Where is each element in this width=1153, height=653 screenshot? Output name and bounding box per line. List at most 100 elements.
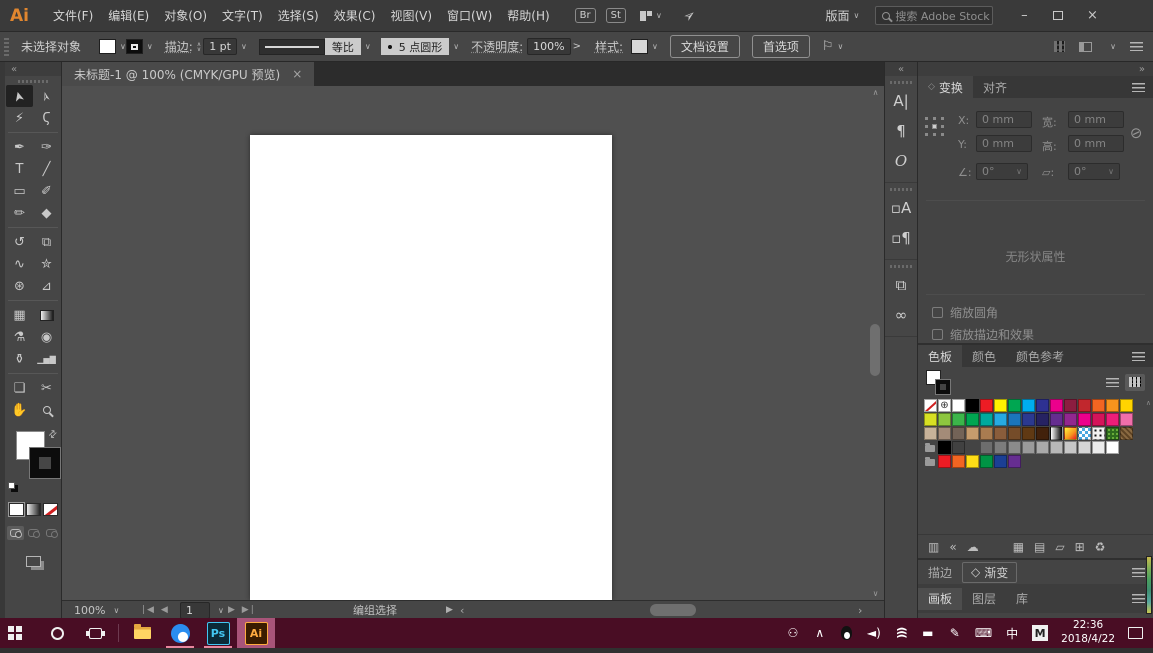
artboard[interactable]	[250, 135, 612, 600]
add-to-library-button[interactable]: ☁	[967, 540, 979, 554]
chevron-down-icon[interactable]: ∨	[854, 11, 860, 20]
chevron-down-icon[interactable]: ∨	[838, 42, 844, 51]
panel-menu-icon[interactable]	[1132, 83, 1145, 92]
swatch[interactable]	[1064, 441, 1077, 454]
swatch[interactable]	[1036, 441, 1049, 454]
links-panel-icon[interactable]: ∞	[885, 300, 917, 330]
x-field[interactable]: 0 mm	[976, 111, 1032, 128]
column-graph-tool[interactable]: ▁▅▇	[33, 348, 60, 370]
style-label[interactable]: 样式:	[595, 38, 623, 55]
chevron-down-icon[interactable]: ∨	[147, 42, 153, 51]
workspace-switcher[interactable]: 版面	[826, 7, 850, 24]
brush-definition[interactable]: 5 点圆形	[381, 38, 450, 55]
panels-expand[interactable]: »	[918, 62, 1153, 76]
tab-swatches[interactable]: 色板	[918, 345, 962, 367]
swatch[interactable]	[1064, 413, 1077, 426]
width-profile-label[interactable]: 等比	[325, 38, 361, 55]
swatch[interactable]	[1036, 399, 1049, 412]
scroll-down-icon[interactable]: ∨	[869, 589, 882, 598]
menu-file[interactable]: 文件(F)	[53, 7, 93, 24]
scroll-up-icon[interactable]: ∧	[869, 88, 882, 97]
swatch[interactable]	[980, 455, 993, 468]
opentype-panel-icon[interactable]: O	[885, 146, 917, 176]
swatch[interactable]	[1078, 413, 1091, 426]
swatch[interactable]	[1050, 399, 1063, 412]
swatch[interactable]	[1008, 399, 1021, 412]
swatch[interactable]	[980, 413, 993, 426]
menu-view[interactable]: 视图(V)	[390, 7, 432, 24]
direct-selection-tool[interactable]: ➢	[33, 85, 60, 107]
cortana-button[interactable]	[38, 618, 76, 648]
swatch-gradient[interactable]	[1064, 427, 1077, 440]
panel-menu-icon[interactable]	[1132, 568, 1145, 577]
swatch-themes-button[interactable]: «	[949, 540, 956, 554]
tab-libraries[interactable]: 库	[1006, 588, 1038, 610]
list-view-button[interactable]	[1102, 374, 1122, 391]
character-panel-icon[interactable]: A|	[885, 86, 917, 116]
new-swatch-button[interactable]: ⊞	[1075, 540, 1085, 554]
dock-collapse[interactable]: «	[885, 62, 917, 76]
fill-color-swatch[interactable]	[99, 39, 116, 54]
mesh-tool[interactable]: ▦	[6, 304, 33, 326]
rotate-tool[interactable]: ↺	[6, 231, 33, 253]
file-explorer-button[interactable]	[123, 618, 161, 648]
tab-color[interactable]: 颜色	[962, 345, 1006, 367]
swatch[interactable]	[1022, 399, 1035, 412]
panel-menu-icon[interactable]	[1132, 352, 1145, 361]
qq-icon[interactable]	[840, 626, 854, 640]
chevron-down-icon[interactable]: ∨	[241, 42, 247, 51]
task-view-button[interactable]	[76, 618, 114, 648]
screen-mode-button[interactable]	[26, 556, 41, 567]
swatch[interactable]	[1008, 413, 1021, 426]
menu-edit[interactable]: 编辑(E)	[108, 7, 149, 24]
swatch-libraries-button[interactable]: ▥	[928, 540, 939, 554]
swatch-registration[interactable]: ⊕	[938, 399, 951, 412]
symbol-sprayer-tool[interactable]: ⚱	[6, 348, 33, 370]
new-color-group-button[interactable]: ▱	[1055, 540, 1064, 554]
swatch[interactable]	[966, 413, 979, 426]
swatch[interactable]	[980, 427, 993, 440]
character-styles-panel-icon[interactable]: ▫A	[885, 193, 917, 223]
tab-layers[interactable]: 图层	[962, 588, 1006, 610]
stroke-color-swatch[interactable]	[126, 39, 143, 54]
swatch[interactable]	[1092, 413, 1105, 426]
menu-effect[interactable]: 效果(C)	[334, 7, 376, 24]
preferences-button[interactable]: 首选项	[752, 35, 810, 58]
swatch[interactable]	[1092, 399, 1105, 412]
swatch[interactable]	[1106, 441, 1119, 454]
stroke-weight-stepper[interactable]: ∧∨	[197, 42, 201, 52]
swatch[interactable]	[980, 441, 993, 454]
document-tab[interactable]: 未标题-1 @ 100% (CMYK/GPU 预览) ×	[62, 62, 314, 86]
swatch[interactable]	[1120, 399, 1133, 412]
menu-object[interactable]: 对象(O)	[164, 7, 207, 24]
action-center-icon[interactable]	[1128, 627, 1143, 639]
browser-button[interactable]	[161, 618, 199, 648]
horizontal-scroll-thumb[interactable]	[650, 604, 696, 616]
taskbar-clock[interactable]: 22:36 2018/4/22	[1061, 619, 1115, 646]
vertical-scroll-thumb[interactable]	[870, 324, 880, 376]
wifi-icon[interactable]: )))	[894, 627, 908, 640]
rotate-angle-field[interactable]: 0°∨	[976, 163, 1028, 180]
zoom-level-dropdown[interactable]: 100%∨	[74, 601, 119, 619]
swatch[interactable]	[938, 413, 951, 426]
pen-input-icon[interactable]: ✎	[948, 626, 962, 640]
lasso-tool[interactable]: Ϛ	[33, 107, 60, 129]
swatch[interactable]	[1008, 427, 1021, 440]
swatch[interactable]	[1036, 427, 1049, 440]
bridge-button[interactable]: Br	[575, 8, 596, 23]
swatch[interactable]	[1092, 441, 1105, 454]
gripper[interactable]	[4, 38, 9, 56]
swatch[interactable]	[1036, 413, 1049, 426]
fill-stroke-proxy[interactable]	[926, 370, 950, 394]
collapsed-panel-color-strip[interactable]	[1146, 556, 1152, 614]
swatch[interactable]	[938, 441, 951, 454]
tray-expand-icon[interactable]: ∧	[813, 626, 827, 640]
tab-align[interactable]: 对齐	[973, 76, 1017, 98]
default-fill-stroke-icon[interactable]	[8, 482, 15, 489]
swatch-none[interactable]	[924, 399, 937, 412]
scale-corners-checkbox[interactable]: 缩放圆角	[932, 304, 998, 321]
canvas[interactable]: ∧ ∨	[62, 86, 884, 600]
stroke-label[interactable]: 描边:	[165, 38, 193, 55]
swatch[interactable]	[1022, 427, 1035, 440]
paragraph-styles-panel-icon[interactable]: ▫¶	[885, 223, 917, 253]
